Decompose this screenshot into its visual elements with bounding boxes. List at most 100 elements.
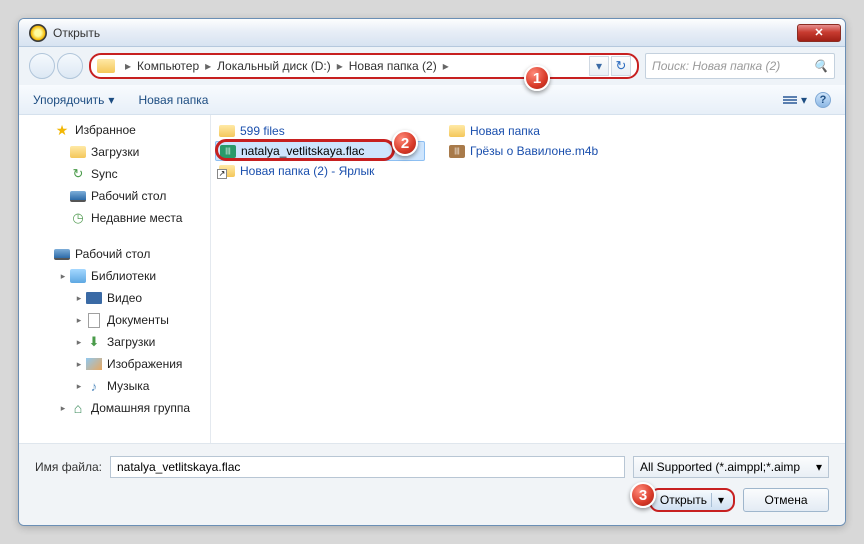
tree-item[interactable]: ★ Избранное <box>19 119 210 141</box>
file-label: natalya_vetlitskaya.flac <box>241 144 364 158</box>
file-label: Грёзы о Вавилоне.m4b <box>470 144 598 158</box>
file-item[interactable]: Новая папка <box>445 121 655 141</box>
lib-icon <box>69 268 87 284</box>
tree-item[interactable]: Рабочий стол <box>19 243 210 265</box>
chevron-icon: ▸ <box>333 59 347 73</box>
nav-bar: ▸ Компьютер ▸ Локальный диск (D:) ▸ Нова… <box>19 47 845 85</box>
list-view-icon <box>783 96 797 104</box>
app-icon <box>29 24 47 42</box>
chevron-icon: ▸ <box>201 59 215 73</box>
expand-icon: ▸ <box>73 381 85 392</box>
annotation-marker-2: 2 <box>392 130 418 156</box>
tree-item[interactable]: ▸♪ Музыка <box>19 375 210 397</box>
dl-icon: ⬇ <box>85 334 103 350</box>
video-icon <box>85 290 103 306</box>
breadcrumb-item[interactable]: Компьютер <box>137 59 199 73</box>
file-icon <box>219 165 235 177</box>
annotation-marker-1: 1 <box>524 65 550 91</box>
filter-dropdown[interactable]: All Supported (*.aimppl;*.aimp ▾ <box>633 456 829 478</box>
tree-label: Изображения <box>107 357 182 371</box>
refresh-button[interactable]: ↻ <box>611 56 631 76</box>
file-item[interactable]: Новая папка (2) - Ярлык <box>215 161 425 181</box>
breadcrumb-item[interactable]: Локальный диск (D:) <box>217 59 331 73</box>
tree-label: Sync <box>91 167 118 181</box>
sidebar-tree: ★ Избранное Загрузки ↻ Sync Рабочий стол ◷ Неда… <box>19 115 211 443</box>
tree-label: Музыка <box>107 379 149 393</box>
breadcrumb[interactable]: ▸ Компьютер ▸ Локальный диск (D:) ▸ Нова… <box>89 53 639 79</box>
recent-icon: ◷ <box>69 210 87 226</box>
search-placeholder: Поиск: Новая папка (2) <box>652 59 780 73</box>
tree-label: Рабочий стол <box>75 247 150 261</box>
titlebar: Открыть ✕ <box>19 19 845 47</box>
file-icon: ||| <box>220 145 236 158</box>
open-file-dialog: Открыть ✕ ▸ Компьютер ▸ Локальный диск (… <box>18 18 846 526</box>
tree-label: Видео <box>107 291 142 305</box>
expand-icon: ▸ <box>73 315 85 326</box>
tree-item[interactable]: ▸ Изображения <box>19 353 210 375</box>
expand-icon: ▸ <box>73 359 85 370</box>
chevron-icon: ▸ <box>121 59 135 73</box>
chevron-down-icon: ▾ <box>816 460 822 474</box>
tree-item[interactable]: ◷ Недавние места <box>19 207 210 229</box>
filename-input[interactable] <box>110 456 625 478</box>
tree-item[interactable]: ▸ Видео <box>19 287 210 309</box>
tree-item[interactable]: ▸⌂ Домашняя группа <box>19 397 210 419</box>
tree-label: Избранное <box>75 123 136 137</box>
sync-icon: ↻ <box>69 166 87 182</box>
folder-icon <box>69 144 87 160</box>
tree-item[interactable]: ↻ Sync <box>19 163 210 185</box>
view-mode-button[interactable]: ▾ <box>783 93 807 107</box>
filename-label: Имя файла: <box>35 460 102 474</box>
search-icon: 🔍 <box>813 59 828 73</box>
folder-icon <box>97 59 115 73</box>
file-label: Новая папка <box>470 124 540 138</box>
tree-label: Загрузки <box>91 145 139 159</box>
tree-item <box>19 229 210 243</box>
tree-item[interactable]: ▸ Документы <box>19 309 210 331</box>
tree-label: Загрузки <box>107 335 155 349</box>
split-chevron-icon: ▾ <box>711 493 724 507</box>
organize-button[interactable]: Упорядочить ▾ <box>33 93 114 107</box>
file-icon: ||| <box>449 145 465 158</box>
tree-item[interactable]: ▸ Библиотеки <box>19 265 210 287</box>
forward-button[interactable] <box>57 53 83 79</box>
star-icon: ★ <box>53 122 71 138</box>
home-icon: ⌂ <box>69 400 87 416</box>
tree-item[interactable]: Загрузки <box>19 141 210 163</box>
expand-icon: ▸ <box>57 403 69 414</box>
tree-label: Библиотеки <box>91 269 156 283</box>
close-button[interactable]: ✕ <box>797 24 841 42</box>
file-label: 599 files <box>240 124 285 138</box>
window-title: Открыть <box>53 26 797 40</box>
expand-icon: ▸ <box>73 293 85 304</box>
tree-item[interactable]: ▸⬇ Загрузки <box>19 331 210 353</box>
help-button[interactable]: ? <box>815 92 831 108</box>
music-icon: ♪ <box>85 378 103 394</box>
tree-label: Рабочий стол <box>91 189 166 203</box>
open-button[interactable]: Открыть ▾ <box>649 488 735 512</box>
expand-icon: ▸ <box>57 271 69 282</box>
footer: Имя файла: All Supported (*.aimppl;*.aim… <box>19 443 845 526</box>
tree-label: Документы <box>107 313 169 327</box>
tree-item[interactable]: Рабочий стол <box>19 185 210 207</box>
cancel-button[interactable]: Отмена <box>743 488 829 512</box>
back-button[interactable] <box>29 53 55 79</box>
tree-label: Недавние места <box>91 211 182 225</box>
tree-label: Домашняя группа <box>91 401 190 415</box>
file-icon <box>449 125 465 137</box>
new-folder-button[interactable]: Новая папка <box>138 93 208 107</box>
chevron-down-icon: ▾ <box>108 93 114 107</box>
doc-icon <box>85 312 103 328</box>
toolbar: Упорядочить ▾ Новая папка ▾ ? <box>19 85 845 115</box>
expand-icon: ▸ <box>73 337 85 348</box>
img-icon <box>85 356 103 372</box>
file-label: Новая папка (2) - Ярлык <box>240 164 374 178</box>
desktop-icon <box>53 246 71 262</box>
history-dropdown-button[interactable]: ▾ <box>589 56 609 76</box>
breadcrumb-item[interactable]: Новая папка (2) <box>349 59 437 73</box>
search-input[interactable]: Поиск: Новая папка (2) 🔍 <box>645 53 835 79</box>
file-list: 599 files ||| natalya_vetlitskaya.flac Нова… <box>211 115 845 443</box>
desktop-icon <box>69 188 87 204</box>
chevron-icon: ▸ <box>439 59 453 73</box>
file-item[interactable]: ||| Грёзы о Вавилоне.m4b <box>445 141 655 161</box>
